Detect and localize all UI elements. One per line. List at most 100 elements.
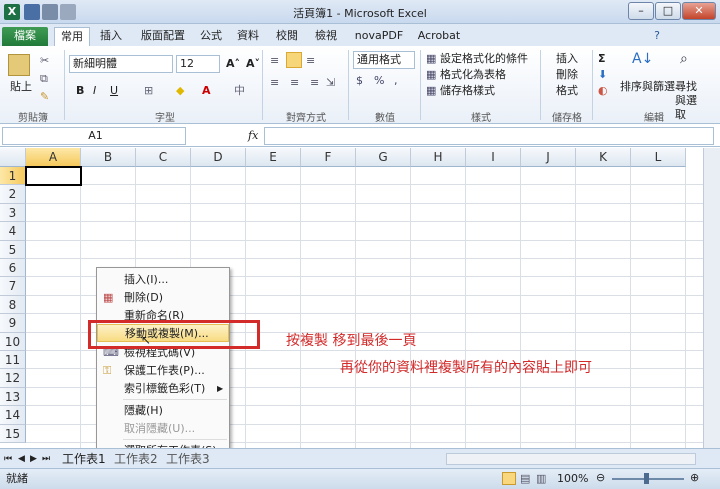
row-header[interactable]: 13 [0, 387, 26, 407]
align-bottom-icon[interactable]: ≡ [306, 54, 315, 68]
format-cells-button[interactable]: 格式 [556, 84, 578, 98]
zoom-slider-thumb[interactable] [644, 473, 649, 484]
underline-button[interactable]: U [110, 84, 118, 98]
cell-styles-button[interactable]: 儲存格樣式 [440, 84, 495, 98]
sheet-tab-1[interactable]: 工作表1 [62, 452, 106, 466]
sheet-tab-3[interactable]: 工作表3 [166, 452, 210, 466]
row-header[interactable]: 12 [0, 369, 26, 388]
help-icon[interactable]: ? [650, 27, 664, 46]
align-middle-icon[interactable] [286, 52, 302, 68]
next-sheet-icon[interactable]: ▶ [30, 452, 37, 466]
last-sheet-icon[interactable]: ⏭ [42, 452, 50, 466]
name-box[interactable]: A1 [2, 127, 186, 145]
tab-view[interactable]: 檢視 [311, 27, 341, 46]
row-header[interactable]: 3 [0, 203, 26, 223]
row-header[interactable]: 2 [0, 185, 26, 204]
formula-input[interactable] [264, 127, 714, 145]
grow-font-icon[interactable]: A˄ [226, 57, 240, 71]
border-icon[interactable]: ⊞ [144, 84, 153, 98]
column-header[interactable]: C [136, 148, 191, 167]
currency-icon[interactable]: $ [356, 74, 363, 88]
horizontal-scrollbar[interactable] [446, 453, 696, 465]
copy-icon[interactable]: ⧉ [40, 72, 48, 86]
sort-filter-button[interactable]: 排序與篩選 [620, 80, 675, 94]
paste-button[interactable]: 貼上 [10, 80, 32, 94]
tab-home[interactable]: 常用 [54, 27, 90, 46]
tab-review[interactable]: 校閱 [272, 27, 302, 46]
tab-formulas[interactable]: 公式 [196, 27, 226, 46]
row-header[interactable]: 9 [0, 314, 26, 333]
tab-file[interactable]: 檔案 [2, 27, 48, 46]
font-name-select[interactable]: 新細明體 [69, 55, 173, 73]
font-color-icon[interactable]: A [202, 84, 211, 98]
fill-icon[interactable]: ⬇ [598, 68, 607, 82]
sheet-tab-2[interactable]: 工作表2 [114, 452, 158, 466]
clear-icon[interactable]: ◐ [598, 84, 608, 98]
phonetic-icon[interactable]: 中 [234, 84, 245, 98]
first-sheet-icon[interactable]: ⏮ [4, 452, 12, 466]
tab-data[interactable]: 資料 [233, 27, 263, 46]
bold-button[interactable]: B [76, 84, 84, 98]
row-header[interactable]: 5 [0, 240, 26, 259]
column-header[interactable]: I [466, 148, 521, 167]
row-header[interactable]: 1 [0, 167, 26, 186]
row-header[interactable]: 6 [0, 259, 26, 278]
maximize-button[interactable]: □ [655, 2, 681, 20]
column-header[interactable]: E [246, 148, 301, 167]
menu-item-insert[interactable]: 插入(I)... [97, 271, 229, 289]
wrap-text-icon[interactable]: ⇲ [326, 76, 335, 90]
font-size-select[interactable]: 12 [176, 55, 220, 73]
vertical-scrollbar[interactable] [703, 148, 720, 448]
zoom-in-icon[interactable]: ⊕ [690, 471, 699, 485]
row-header[interactable]: 10 [0, 332, 26, 351]
page-layout-view-icon[interactable]: ▤ [520, 472, 530, 486]
align-left-icon[interactable]: ≡ [270, 76, 279, 90]
align-top-icon[interactable]: ≡ [270, 54, 279, 68]
shrink-font-icon[interactable]: A˅ [246, 57, 260, 71]
active-cell[interactable] [25, 166, 82, 187]
zoom-level[interactable]: 100% [557, 472, 588, 486]
fill-color-icon[interactable]: ◆ [176, 84, 184, 98]
format-painter-icon[interactable]: ✎ [40, 90, 49, 104]
menu-item-tab-color[interactable]: 索引標籤色彩(T) [97, 380, 229, 398]
align-right-icon[interactable]: ≡ [310, 76, 319, 90]
zoom-out-icon[interactable]: ⊖ [596, 471, 605, 485]
close-button[interactable]: ✕ [682, 2, 716, 20]
percent-icon[interactable]: % [374, 74, 384, 88]
column-header[interactable]: H [411, 148, 466, 167]
row-header[interactable]: 7 [0, 277, 26, 296]
row-header[interactable]: 11 [0, 351, 26, 370]
paste-icon[interactable] [8, 54, 30, 76]
page-break-view-icon[interactable]: ▥ [536, 472, 546, 486]
column-header[interactable]: G [356, 148, 411, 167]
menu-item-delete[interactable]: 刪除(D) [97, 289, 229, 307]
column-header[interactable]: F [301, 148, 356, 167]
cond-format-button[interactable]: 設定格式化的條件 [440, 52, 528, 66]
insert-cells-button[interactable]: 插入 [556, 52, 578, 66]
prev-sheet-icon[interactable]: ◀ [18, 452, 25, 466]
minimize-button[interactable]: – [628, 2, 654, 20]
column-header[interactable]: L [631, 148, 686, 167]
tab-acrobat[interactable]: Acrobat [412, 27, 466, 46]
italic-button[interactable]: I [93, 84, 96, 98]
tab-novapdf[interactable]: novaPDF [351, 27, 407, 46]
autosum-icon[interactable]: Σ [598, 52, 606, 66]
align-center-icon[interactable]: ≡ [290, 76, 299, 90]
menu-item-hide[interactable]: 隱藏(H) [97, 402, 229, 420]
column-header[interactable]: D [191, 148, 246, 167]
insert-function-button[interactable]: fx [248, 129, 258, 143]
row-header[interactable]: 8 [0, 295, 26, 315]
row-header[interactable]: 14 [0, 406, 26, 425]
delete-cells-button[interactable]: 刪除 [556, 68, 578, 82]
menu-item-protect-sheet[interactable]: 保護工作表(P)... [97, 362, 229, 380]
cut-icon[interactable]: ✂ [40, 54, 49, 68]
normal-view-icon[interactable] [502, 472, 516, 485]
number-format-select[interactable]: 通用格式 [353, 51, 415, 69]
column-header[interactable]: K [576, 148, 631, 167]
column-header[interactable]: A [26, 148, 81, 167]
row-header[interactable]: 4 [0, 222, 26, 241]
comma-icon[interactable]: , [394, 74, 398, 88]
table-format-button[interactable]: 格式化為表格 [440, 68, 506, 82]
row-header[interactable]: 15 [0, 424, 26, 443]
column-header[interactable]: B [81, 148, 136, 167]
